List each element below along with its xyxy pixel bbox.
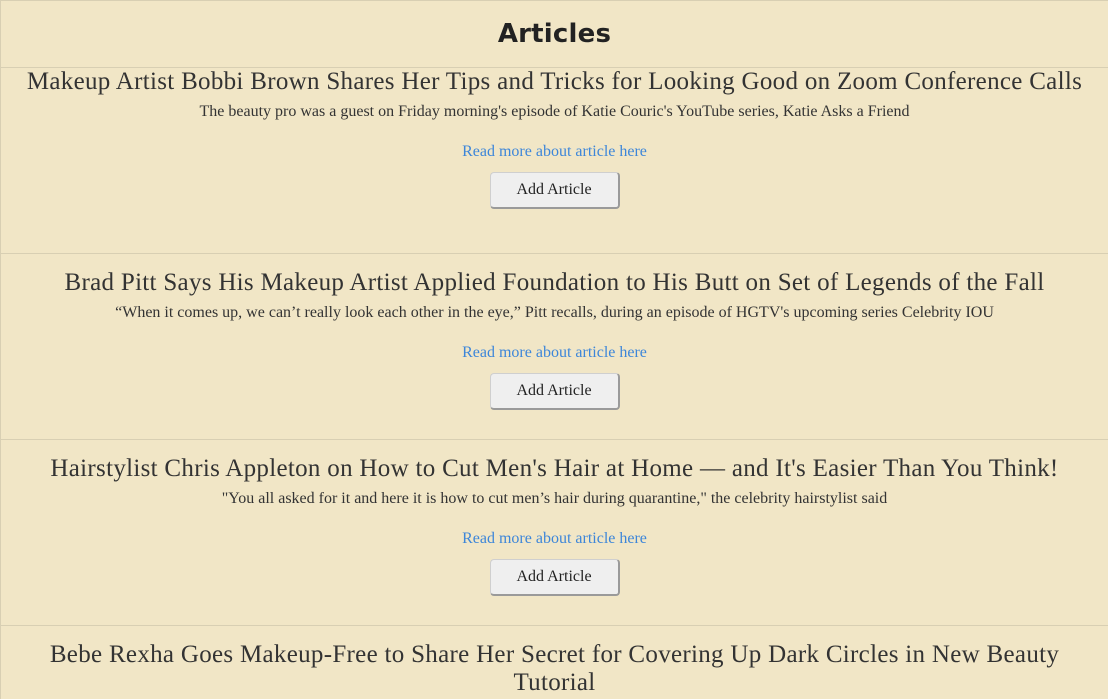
article-card: Hairstylist Chris Appleton on How to Cut… <box>1 440 1108 626</box>
button-row: Add Article <box>1 172 1108 209</box>
article-card: Makeup Artist Bobbi Brown Shares Her Tip… <box>1 68 1108 254</box>
page-header: Articles <box>1 1 1108 68</box>
read-more-link[interactable]: Read more about article here <box>462 343 647 363</box>
article-title: Brad Pitt Says His Makeup Artist Applied… <box>64 269 1045 296</box>
button-row: Add Article <box>1 559 1108 596</box>
article-title: Bebe Rexha Goes Makeup-Free to Share Her… <box>49 641 1060 696</box>
article-description: The beauty pro was a guest on Friday mor… <box>199 103 910 120</box>
article-title: Makeup Artist Bobbi Brown Shares Her Tip… <box>26 68 1083 95</box>
read-more-link[interactable]: Read more about article here <box>462 529 647 549</box>
add-article-button[interactable]: Add Article <box>489 373 620 410</box>
article-title: Hairstylist Chris Appleton on How to Cut… <box>50 455 1059 482</box>
add-article-button[interactable]: Add Article <box>489 172 620 209</box>
button-row: Add Article <box>1 373 1108 410</box>
article-description: "You all asked for it and here it is how… <box>221 490 888 507</box>
read-more-link[interactable]: Read more about article here <box>462 142 647 162</box>
article-description: “When it comes up, we can’t really look … <box>115 304 994 321</box>
article-card: Brad Pitt Says His Makeup Artist Applied… <box>1 254 1108 440</box>
add-article-button[interactable]: Add Article <box>489 559 620 596</box>
article-card: Bebe Rexha Goes Makeup-Free to Share Her… <box>1 626 1108 697</box>
page-title: Articles <box>497 19 612 49</box>
articles-page: Articles Makeup Artist Bobbi Brown Share… <box>0 0 1108 699</box>
